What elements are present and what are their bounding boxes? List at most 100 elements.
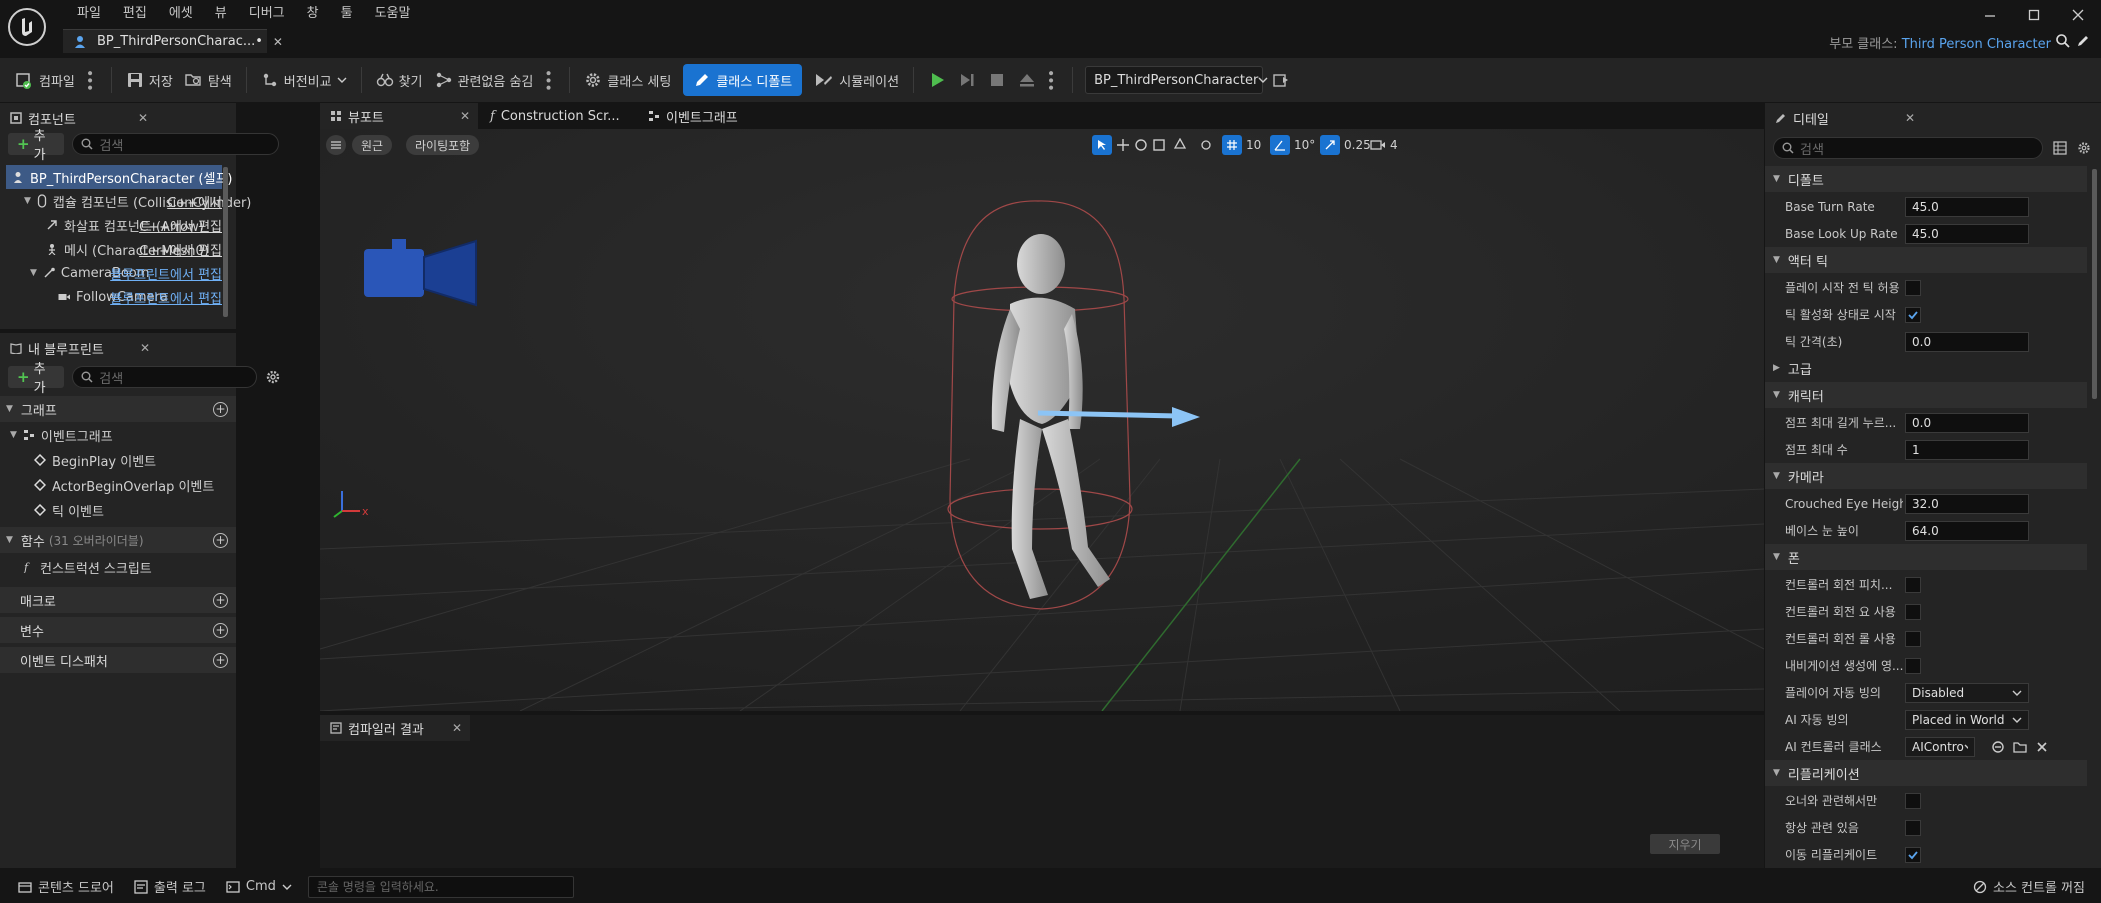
select-tool[interactable] [1092,135,1112,155]
debug-object-select[interactable]: BP_ThirdPersonCharacter [1085,66,1268,94]
menu-tools[interactable]: 툴 [330,3,364,25]
maximize-icon[interactable] [2025,6,2043,24]
tab-construction-script[interactable]: f Construction Scr... [480,103,636,129]
components-search-input[interactable]: 검색 [72,133,279,155]
event-item[interactable]: BeginPlay 이벤트 [34,448,156,472]
lighting-mode-button[interactable]: 라이팅포함 [406,135,480,155]
edit-in-cpp-link[interactable]: C++에서 [167,192,222,211]
class-settings-button[interactable]: 클래스 세팅 [578,64,677,96]
search-icon[interactable] [2055,33,2071,49]
section-dispatchers[interactable]: 이벤트 디스패처 + [0,647,236,673]
compile-button[interactable]: 컴파일 [8,64,81,96]
compile-options-icon[interactable]: ••• [81,69,97,91]
class-defaults-button[interactable]: 클래스 디폴트 [683,64,803,96]
prop-value-input[interactable]: 0.0 [1905,331,2029,352]
section-character[interactable]: ▼ 캐릭터 [1765,382,2087,408]
close-icon[interactable]: ✕ [138,111,148,125]
prop-checkbox-checked[interactable] [1905,306,1921,323]
section-macros[interactable]: 매크로 + [0,587,236,613]
unreal-logo-icon[interactable] [8,8,46,46]
tree-item-cameraboom[interactable]: ▼ CameraBoom 블루프린트에서 편집 [6,261,222,285]
table-view-icon[interactable] [2053,141,2067,155]
section-camera[interactable]: ▼ 카메라 [1765,463,2087,489]
prop-checkbox[interactable] [1905,792,1921,809]
step-button[interactable] [952,64,982,96]
section-variables[interactable]: 변수 + [0,617,236,643]
menu-asset[interactable]: 에셋 [158,3,204,25]
details-search-input[interactable]: 검색 [1773,137,2043,159]
world-space-icon[interactable] [1173,138,1187,152]
hide-options-icon[interactable]: ••• [539,69,555,91]
prop-value-input[interactable]: 45.0 [1905,223,2029,244]
section-functions[interactable]: ▼ 함수 (31 오버라이더블) + [0,527,236,553]
prop-value-input[interactable]: 64.0 [1905,520,2029,541]
close-icon[interactable]: ✕ [452,721,462,735]
add-macro-icon[interactable]: + [213,592,228,608]
prop-value-input[interactable]: 45.0 [1905,196,2029,217]
menu-view[interactable]: 뷰 [204,3,238,25]
diff-button[interactable]: 버전비교 [255,64,353,96]
add-member-button[interactable]: + 추가 [8,362,65,396]
close-icon[interactable]: ✕ [460,109,470,123]
hide-unrelated-button[interactable]: 관련없음 숨김 [429,64,540,96]
parent-class-link[interactable]: Third Person Character [1902,37,2051,52]
section-pawn[interactable]: ▼ 폰 [1765,544,2087,570]
tree-item-followcamera[interactable]: FollowCamera 블루프린트에서 편집 [6,285,222,309]
prop-class-picker[interactable]: AIContro [1905,736,1975,757]
my-blueprint-search-input[interactable]: 검색 [72,366,257,388]
use-selected-icon[interactable] [1991,740,2005,754]
menu-help[interactable]: 도움말 [364,3,422,25]
menu-edit[interactable]: 편집 [112,3,158,25]
my-blueprint-tab[interactable]: 내 블루프린트 ✕ [0,335,158,361]
add-variable-icon[interactable]: + [213,622,228,638]
close-window-icon[interactable] [2069,6,2087,24]
prop-value-input[interactable]: 0.0 [1905,412,2029,433]
prop-checkbox[interactable] [1905,279,1921,296]
gear-icon[interactable] [2077,141,2091,155]
source-control-button[interactable]: 소스 컨트롤 꺼짐 [1963,877,2095,896]
viewport-menu-button[interactable] [326,135,346,155]
prop-checkbox[interactable] [1905,603,1921,620]
section-graphs[interactable]: ▼ 그래프 + [0,396,236,422]
move-icon[interactable] [1116,138,1130,152]
minimize-icon[interactable] [1981,6,1999,24]
prop-checkbox-checked[interactable] [1905,846,1921,863]
close-icon[interactable]: ✕ [273,35,283,49]
cmd-selector[interactable]: Cmd [216,879,302,894]
play-button[interactable] [922,64,952,96]
scale-snap-control[interactable]: 0.25 [1320,134,1371,156]
prop-dropdown[interactable]: Placed in World [1905,709,2029,730]
console-input[interactable]: 콘솔 명령을 입력하세요. [307,875,574,898]
section-actor-tick[interactable]: ▼ 액터 틱 [1765,247,2087,273]
expand-arrow-icon[interactable]: ▼ [24,196,31,206]
output-log-button[interactable]: 출력 로그 [124,877,216,896]
add-component-button[interactable]: + 추가 [8,129,65,163]
compiler-results-tab[interactable]: 컴파일러 결과 ✕ [320,715,470,741]
prop-value-input[interactable]: 32.0 [1905,493,2029,514]
save-button[interactable]: 저장 [120,64,179,96]
stop-button[interactable] [982,64,1012,96]
content-drawer-button[interactable]: 콘텐츠 드로어 [8,877,124,896]
tab-viewport[interactable]: 뷰포트 ✕ [320,103,478,129]
find-button[interactable]: 찾기 [370,64,429,96]
add-dispatcher-icon[interactable]: + [213,652,228,668]
construction-script-item[interactable]: f 컨스트럭션 스크립트 [22,555,152,579]
pencil-icon[interactable] [2075,33,2091,49]
section-default[interactable]: ▼ 디폴트 [1765,166,2087,192]
menu-window[interactable]: 창 [296,3,330,25]
close-icon[interactable]: ✕ [1905,111,1915,125]
section-replication[interactable]: ▼ 리플리케이션 [1765,760,2087,786]
edit-in-blueprint-link[interactable]: 블루프린트에서 편집 [110,264,222,283]
viewport[interactable]: x 원근 라이팅포함 10 10° 0.25 4 [320,129,1764,711]
grid-snap-control[interactable]: 10 [1222,134,1261,156]
close-icon[interactable]: ✕ [140,341,150,355]
eject-button[interactable] [1012,64,1042,96]
gear-icon[interactable] [265,369,281,385]
prop-checkbox[interactable] [1905,657,1921,674]
event-item[interactable]: ActorBeginOverlap 이벤트 [34,473,214,497]
expand-arrow-icon[interactable]: ▼ [30,268,37,278]
prop-checkbox[interactable] [1905,576,1921,593]
camera-speed-control[interactable]: 4 [1370,134,1398,156]
rotation-snap-toggle[interactable] [1270,135,1290,155]
tree-item-self[interactable]: BP_ThirdPersonCharacter (셀프) [6,165,232,189]
